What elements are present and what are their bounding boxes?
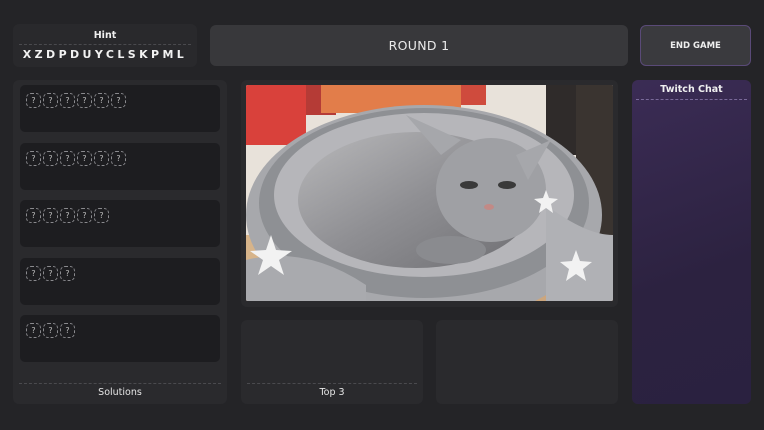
letter-slot: ? [26,266,41,281]
letter-slot: ? [43,208,58,223]
letter-slot: ? [26,208,41,223]
image-panel [241,80,618,307]
solutions-label: Solutions [98,387,142,398]
letter-slot: ? [111,151,126,166]
solution-row: ? ? ? [20,315,220,362]
solution-slots: ? ? ? [26,323,75,338]
solution-row: ? ? ? ? ? ? [20,143,220,190]
twitch-chat-divider [636,99,747,100]
letter-slot: ? [43,323,58,338]
top3-panel: Top 3 [241,320,423,404]
letter-slot: ? [77,208,92,223]
hint-divider [19,44,191,45]
hint-panel: Hint XZDPDUYCLSKPML [13,24,197,67]
solution-row: ? ? ? ? ? ? [20,85,220,132]
solutions-panel: ? ? ? ? ? ? ? ? ? ? ? ? ? ? ? ? ? ? ? ? … [13,80,227,404]
top3-label: Top 3 [319,387,345,398]
letter-slot: ? [94,208,109,223]
letter-slot: ? [60,323,75,338]
solution-slots: ? ? ? ? ? ? [26,151,126,166]
hint-title: Hint [93,30,117,41]
letter-slot: ? [43,151,58,166]
letter-slot: ? [26,93,41,108]
solution-row: ? ? ? [20,258,220,305]
solution-slots: ? ? ? ? ? [26,208,109,223]
empty-panel [436,320,618,404]
solutions-divider [19,383,221,384]
letter-slot: ? [26,151,41,166]
solution-slots: ? ? ? [26,266,75,281]
letter-slot: ? [60,151,75,166]
cat-photo [246,85,613,301]
letter-slot: ? [94,93,109,108]
end-game-button[interactable]: END GAME [640,25,751,66]
round-label: ROUND 1 [388,38,450,53]
letter-slot: ? [77,151,92,166]
solution-slots: ? ? ? ? ? ? [26,93,126,108]
letter-slot: ? [43,93,58,108]
letter-slot: ? [111,93,126,108]
end-game-label: END GAME [670,40,721,51]
letter-slot: ? [94,151,109,166]
letter-slot: ? [60,266,75,281]
twitch-chat-panel: Twitch Chat [632,80,751,404]
solution-row: ? ? ? ? ? [20,200,220,247]
letter-slot: ? [60,93,75,108]
top3-divider [247,383,417,384]
hint-letters: XZDPDUYCLSKPML [22,48,188,61]
round-banner: ROUND 1 [210,25,628,66]
letter-slot: ? [77,93,92,108]
letter-slot: ? [60,208,75,223]
twitch-chat-title: Twitch Chat [660,84,723,95]
letter-slot: ? [26,323,41,338]
letter-slot: ? [43,266,58,281]
